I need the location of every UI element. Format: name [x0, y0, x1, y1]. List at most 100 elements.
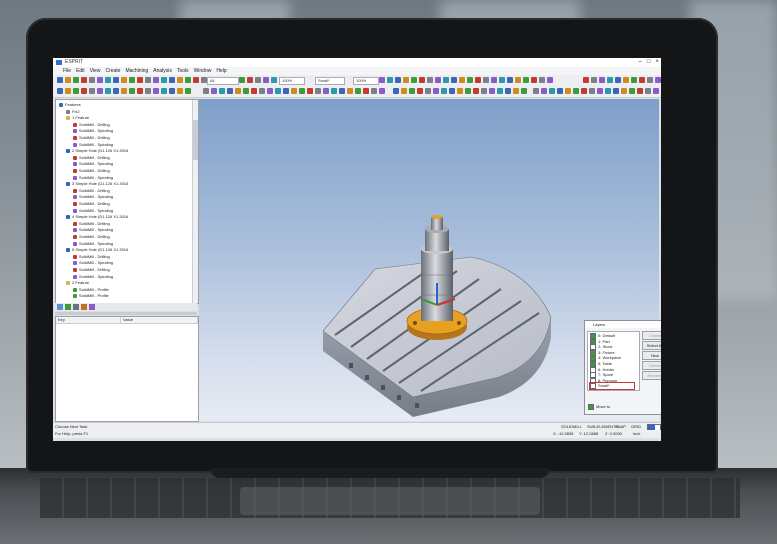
tree-item[interactable]: SolidMill - Spiraling: [73, 227, 113, 233]
maximize-button[interactable]: □: [647, 58, 651, 67]
toolbar-button[interactable]: [489, 88, 495, 94]
toolbar-button[interactable]: [379, 88, 385, 94]
create-button[interactable]: Create: [642, 331, 661, 340]
toolbar-button[interactable]: [81, 77, 87, 83]
tree-item[interactable]: Features: [59, 102, 81, 108]
tree-item[interactable]: Fix2: [66, 109, 80, 115]
menu-window[interactable]: Window: [194, 67, 212, 75]
toolbar-button[interactable]: [57, 77, 63, 83]
toolbar-button[interactable]: [621, 88, 627, 94]
toolbar-button[interactable]: [433, 88, 439, 94]
minimize-button[interactable]: –: [639, 58, 642, 67]
toolbar-button[interactable]: [243, 88, 249, 94]
tab-tools[interactable]: [73, 304, 79, 310]
toolbar-button[interactable]: [137, 77, 143, 83]
toolbar-button[interactable]: [645, 88, 651, 94]
toolbar-button[interactable]: [505, 88, 511, 94]
toolbar-button[interactable]: [655, 77, 661, 83]
tree-item[interactable]: SolidMill - Profile: [73, 287, 109, 293]
toolbar-button[interactable]: [449, 88, 455, 94]
layer-filter-combo[interactable]: All: [207, 77, 239, 85]
toolbar-button[interactable]: [597, 88, 603, 94]
toolbar-button[interactable]: [473, 88, 479, 94]
toolbar-button[interactable]: [443, 77, 449, 83]
tree-item[interactable]: 5 Simple Hole (D1.126 X1.3016: [66, 247, 128, 253]
toolbar-button[interactable]: [371, 88, 377, 94]
tree-item[interactable]: SolidMill - Drilling: [73, 221, 110, 227]
toolbar-button[interactable]: [65, 77, 71, 83]
toolbar-button[interactable]: [403, 77, 409, 83]
toolbar-button[interactable]: [97, 77, 103, 83]
toolbar-button[interactable]: [339, 88, 345, 94]
toolbar-button[interactable]: [145, 88, 151, 94]
toolbar-button[interactable]: [647, 77, 653, 83]
toolbar-button[interactable]: [259, 88, 265, 94]
tab-project[interactable]: [57, 304, 63, 310]
toolbar-button[interactable]: [409, 88, 415, 94]
toolbar-button[interactable]: [211, 88, 217, 94]
layer-list[interactable]: 0: Default 1: Part 2: Stock 3: Fixture 4: Wo…: [587, 331, 640, 391]
menu-view[interactable]: View: [90, 67, 101, 75]
tab-layers[interactable]: [81, 304, 87, 310]
toolbar-button[interactable]: [427, 77, 433, 83]
tree-item[interactable]: SolidMill - Spiraling: [73, 142, 113, 148]
tree-item[interactable]: SolidMill - Spiraling: [73, 161, 113, 167]
toolbar-button[interactable]: [169, 77, 175, 83]
toolbar-button[interactable]: [459, 77, 465, 83]
toolbar-button[interactable]: [565, 88, 571, 94]
toolbar-button[interactable]: [113, 88, 119, 94]
toolbar-button[interactable]: [185, 88, 191, 94]
tree-item[interactable]: 2 Simple Hole (D1.126 X1.3016: [66, 148, 128, 154]
tree-item[interactable]: SolidMill - Drilling: [73, 122, 110, 128]
toolbar-button[interactable]: [105, 88, 111, 94]
toolbar-button[interactable]: [623, 77, 629, 83]
toolbar-button[interactable]: [355, 88, 361, 94]
toolbar-button[interactable]: [541, 88, 547, 94]
toolbar-button[interactable]: [299, 88, 305, 94]
tree-item[interactable]: SolidMill - Spiraling: [73, 260, 113, 266]
toolbar-button[interactable]: [203, 88, 209, 94]
toolbar-button[interactable]: [457, 88, 463, 94]
toolbar-button[interactable]: [581, 88, 587, 94]
move-to-option[interactable]: Move to: [588, 404, 610, 410]
delete-button[interactable]: Delete: [642, 361, 661, 370]
toolbar-button[interactable]: [271, 77, 277, 83]
tree-item[interactable]: SolidMill - Drilling: [73, 188, 110, 194]
toolbar-button[interactable]: [465, 88, 471, 94]
move-to-checkbox[interactable]: [588, 404, 594, 410]
select-all-button[interactable]: Select All: [642, 341, 661, 350]
toolbar-button[interactable]: [379, 77, 385, 83]
toolbar-button[interactable]: [161, 88, 167, 94]
menu-machining[interactable]: Machining: [125, 67, 148, 75]
tree-item[interactable]: SolidMill - Drilling: [73, 135, 110, 141]
toolbar-button[interactable]: [497, 88, 503, 94]
toolbar-button[interactable]: [255, 77, 261, 83]
toolbar-button[interactable]: [113, 77, 119, 83]
toolbar-button[interactable]: [411, 77, 417, 83]
tree-scrollbar[interactable]: [192, 100, 198, 303]
toolbar-button[interactable]: [513, 88, 519, 94]
toolbar-button[interactable]: [499, 77, 505, 83]
layer-item[interactable]: Small*: [589, 382, 635, 391]
toolbar-button[interactable]: [153, 77, 159, 83]
tree-item[interactable]: SolidMill - Drilling: [73, 155, 110, 161]
toolbar-button[interactable]: [81, 88, 87, 94]
toolbar-button[interactable]: [331, 88, 337, 94]
toolbar-button[interactable]: [481, 88, 487, 94]
toolbar-button[interactable]: [491, 77, 497, 83]
column-key[interactable]: Key: [56, 317, 121, 324]
toolbar-button[interactable]: [521, 88, 527, 94]
toolbar-button[interactable]: [483, 77, 489, 83]
toolbar-button[interactable]: [451, 77, 457, 83]
toolbar-button[interactable]: [653, 88, 659, 94]
toolbar-button[interactable]: [315, 88, 321, 94]
toolbar-button[interactable]: [169, 88, 175, 94]
toolbar-button[interactable]: [549, 88, 555, 94]
toolbar-button[interactable]: [193, 77, 199, 83]
toolbar-button[interactable]: [387, 77, 393, 83]
toolbar-button[interactable]: [275, 88, 281, 94]
toolbar-button[interactable]: [89, 77, 95, 83]
toolbar-button[interactable]: [247, 77, 253, 83]
menu-help[interactable]: Help: [216, 67, 226, 75]
toolbar-button[interactable]: [547, 77, 553, 83]
